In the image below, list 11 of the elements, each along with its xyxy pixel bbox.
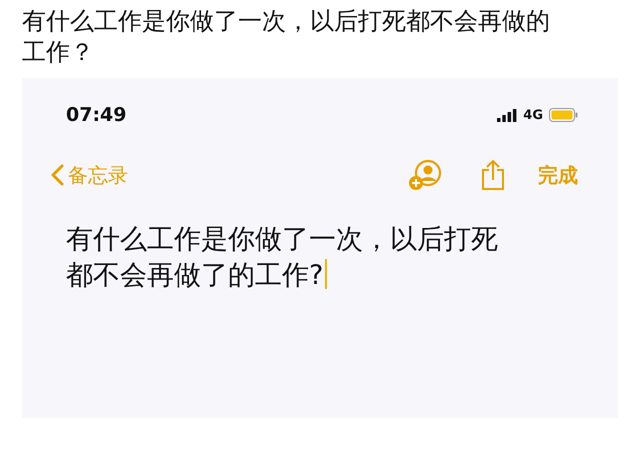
back-button[interactable]: 备忘录 <box>50 162 128 188</box>
share-icon[interactable] <box>480 159 506 191</box>
clock-time: 07:49 <box>66 104 126 126</box>
done-button[interactable]: 完成 <box>538 162 578 188</box>
network-label: 4G <box>523 108 543 122</box>
question-title: 有什么工作是你做了一次，以后打死都不会再做的工作？ <box>22 6 551 68</box>
battery-icon <box>549 108 578 122</box>
signal-icon <box>497 108 518 122</box>
add-person-icon[interactable] <box>408 159 444 191</box>
note-text[interactable]: 有什么工作是你做了一次，以后打死都不会再做了的工作? <box>66 222 509 294</box>
chevron-left-icon <box>50 164 64 186</box>
